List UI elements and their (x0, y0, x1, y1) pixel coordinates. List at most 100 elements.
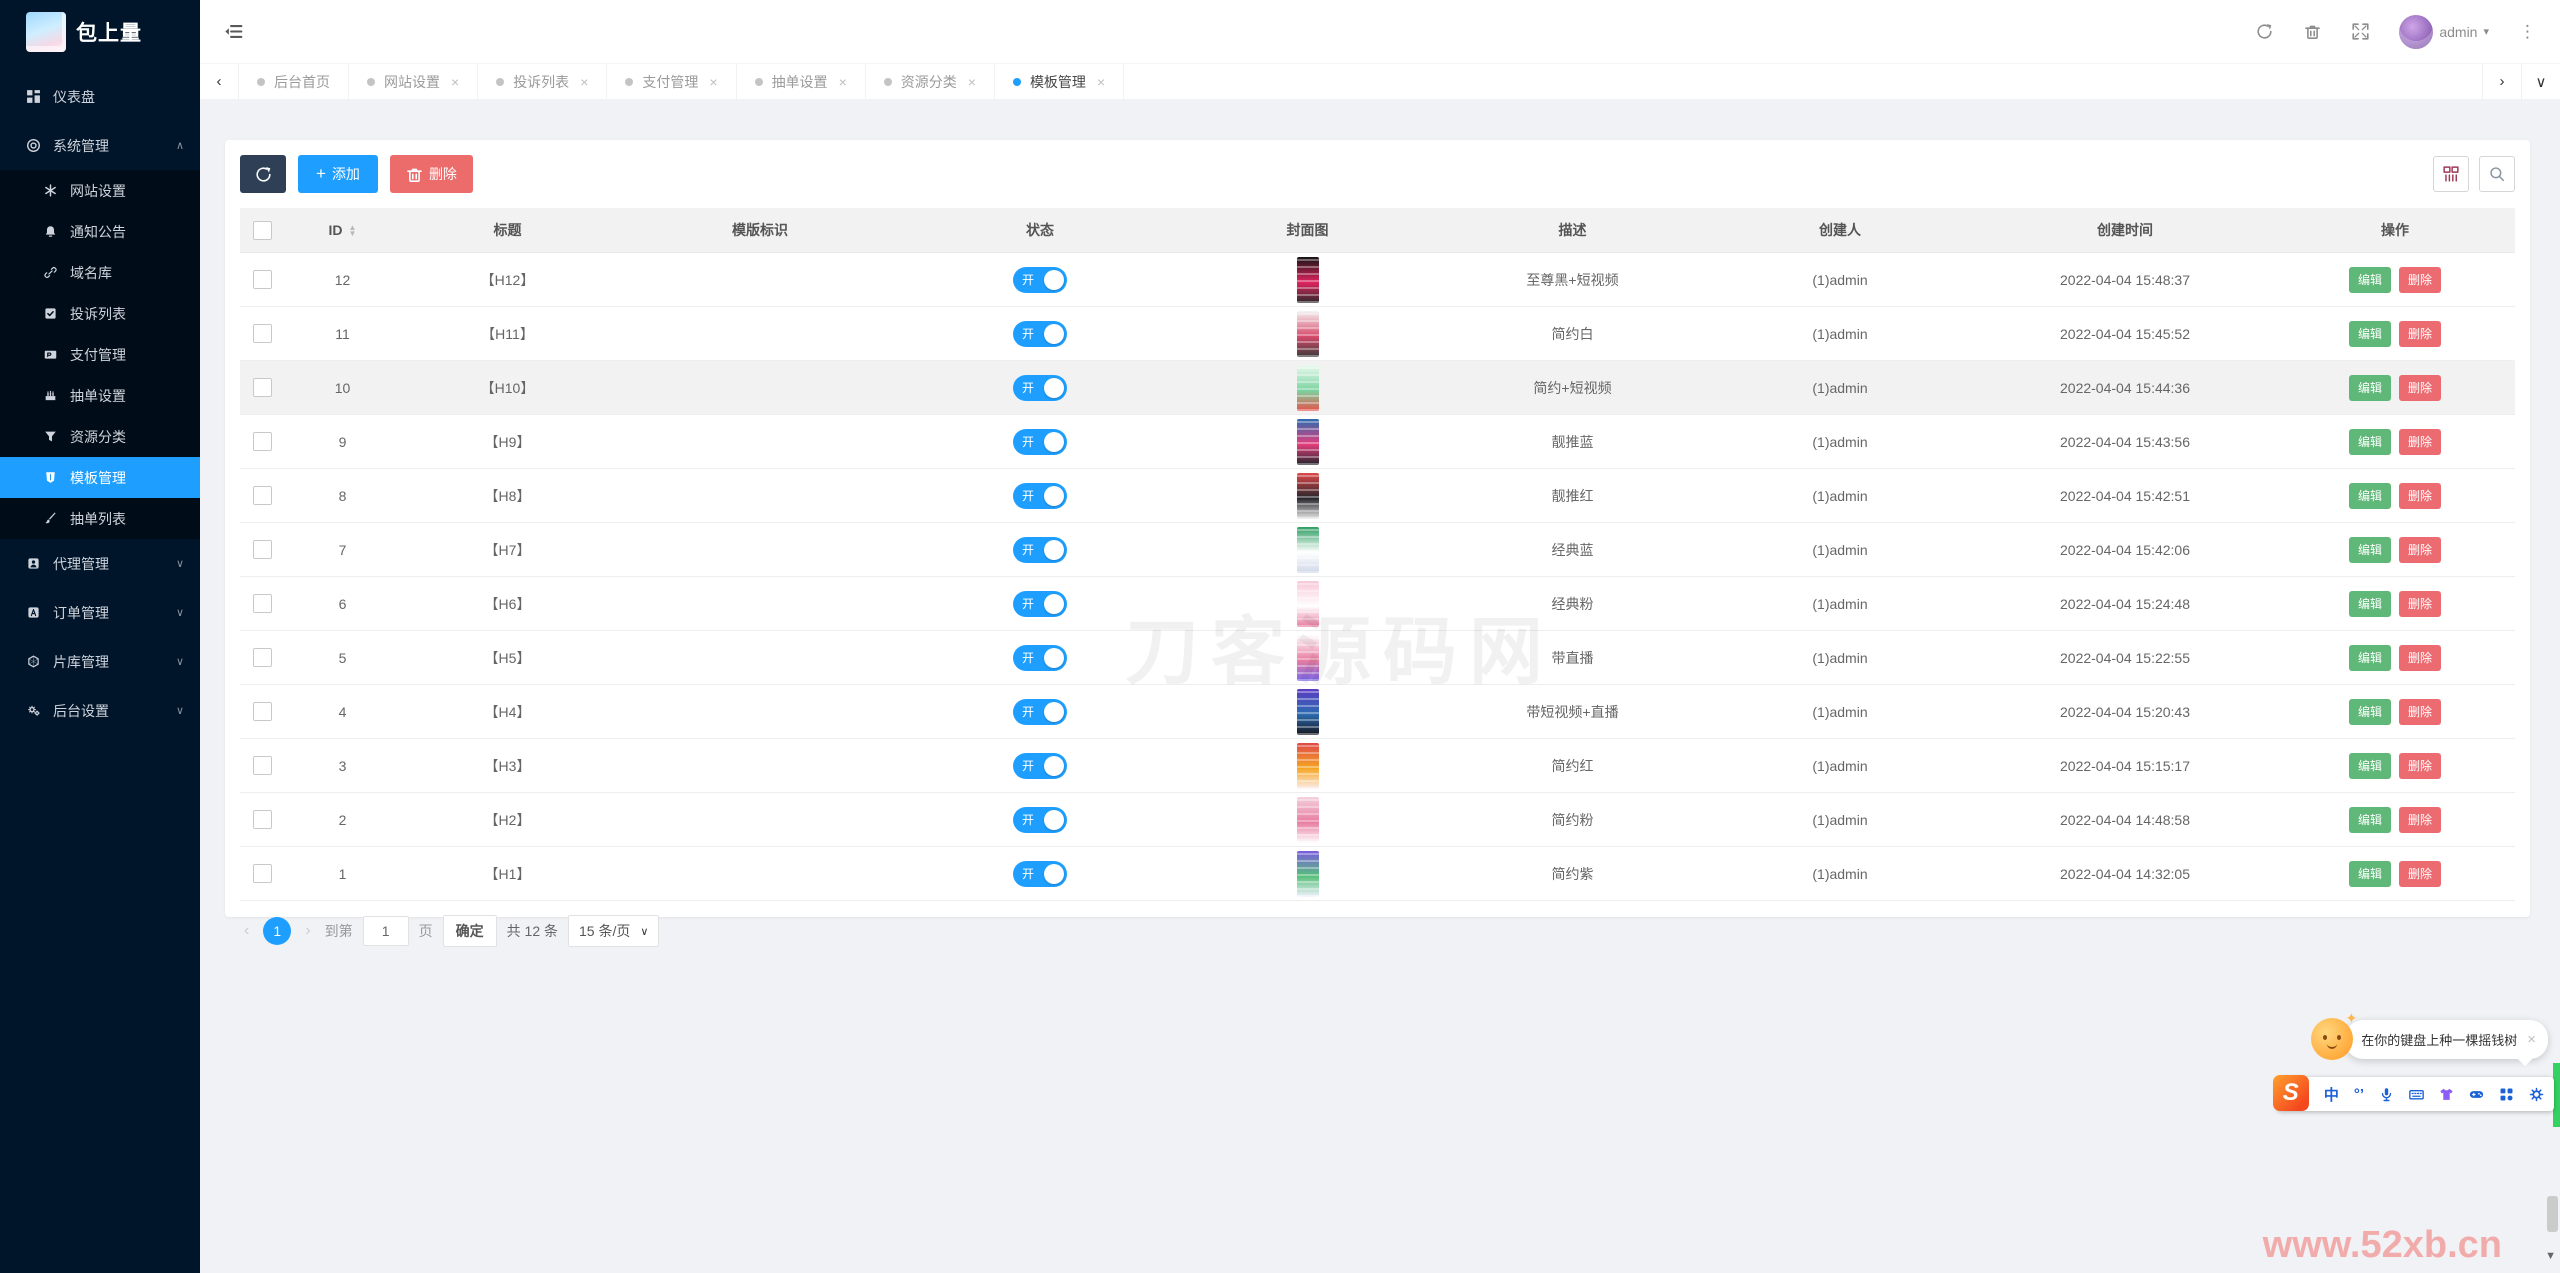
sidebar-item-payment-management[interactable]: 支付管理 (0, 334, 200, 375)
current-page-button[interactable]: 1 (263, 917, 292, 945)
status-toggle[interactable]: 开 (1013, 374, 1067, 401)
edit-button[interactable]: 编辑 (2348, 698, 2391, 725)
row-checkbox[interactable] (253, 702, 272, 721)
sidebar-item-film-library[interactable]: 片库管理 ∨ (0, 637, 200, 686)
tab-close-icon[interactable]: × (968, 74, 976, 90)
tab-close-icon[interactable]: × (709, 74, 717, 90)
delete-button[interactable]: 删除 (2399, 374, 2442, 401)
tab-complaint-list[interactable]: 投诉列表 × (478, 64, 608, 99)
edit-button[interactable]: 编辑 (2348, 752, 2391, 779)
status-toggle[interactable]: 开 (1013, 590, 1067, 617)
sidebar-item-agent-management[interactable]: 代理管理 ∨ (0, 539, 200, 588)
edit-button[interactable]: 编辑 (2348, 644, 2391, 671)
row-checkbox[interactable] (253, 432, 272, 451)
row-checkbox[interactable] (253, 540, 272, 559)
refresh-icon[interactable] (2255, 23, 2273, 41)
sidebar-item-draw-list[interactable]: 抽单列表 (0, 498, 200, 539)
batch-delete-button[interactable]: 删除 (389, 155, 473, 193)
status-toggle[interactable]: 开 (1013, 644, 1067, 671)
tab-home[interactable]: 后台首页 (239, 64, 349, 99)
delete-button[interactable]: 删除 (2399, 536, 2442, 563)
tab-close-icon[interactable]: × (1097, 74, 1105, 90)
sidebar-item-order-management[interactable]: 订单管理 ∨ (0, 588, 200, 637)
sidebar-item-system-management[interactable]: 系统管理 ∧ (0, 121, 200, 170)
tabs-scroll-right[interactable]: › (2482, 64, 2521, 99)
edit-button[interactable]: 编辑 (2348, 536, 2391, 563)
row-checkbox[interactable] (253, 324, 272, 343)
wheel-icon[interactable] (2529, 1087, 2544, 1102)
select-all-checkbox[interactable] (253, 220, 272, 240)
tab-close-icon[interactable]: × (839, 74, 847, 90)
delete-button[interactable]: 删除 (2399, 320, 2442, 347)
tab-template-management[interactable]: 模板管理 × (995, 64, 1125, 99)
confirm-page-button[interactable]: 确定 (442, 915, 497, 947)
skin-icon[interactable] (2439, 1087, 2454, 1102)
delete-button[interactable]: 删除 (2399, 644, 2442, 671)
edit-button[interactable]: 编辑 (2348, 320, 2391, 347)
delete-button[interactable]: 删除 (2399, 482, 2442, 509)
next-page-button[interactable]: › (301, 922, 314, 940)
delete-button[interactable]: 删除 (2399, 266, 2442, 293)
row-checkbox[interactable] (253, 864, 272, 883)
delete-button[interactable]: 删除 (2399, 752, 2442, 779)
row-checkbox[interactable] (253, 756, 272, 775)
delete-button[interactable]: 删除 (2399, 806, 2442, 833)
sogou-logo[interactable]: S (2272, 1075, 2309, 1111)
status-toggle[interactable]: 开 (1013, 752, 1067, 779)
columns-toggle-button[interactable] (2433, 156, 2469, 192)
row-checkbox[interactable] (253, 594, 272, 613)
edit-button[interactable]: 编辑 (2348, 806, 2391, 833)
chinese-mode-icon[interactable]: 中 (2324, 1084, 2339, 1105)
edit-button[interactable]: 编辑 (2348, 860, 2391, 887)
menu-fold-icon[interactable] (224, 22, 243, 41)
status-toggle[interactable]: 开 (1013, 860, 1067, 887)
scrollbar-thumb[interactable] (2547, 1196, 2558, 1232)
keyboard-icon[interactable] (2409, 1087, 2424, 1102)
user-menu[interactable]: admin ▾ (2399, 14, 2489, 49)
row-checkbox[interactable] (253, 378, 272, 397)
sidebar-item-dashboard[interactable]: 仪表盘 (0, 72, 200, 121)
edit-button[interactable]: 编辑 (2348, 590, 2391, 617)
scrollbar-down-arrow[interactable]: ▼ (2545, 1250, 2556, 1262)
sidebar-item-draw-settings[interactable]: 抽单设置 (0, 375, 200, 416)
per-page-select[interactable]: 15 条/页 ∨ (568, 915, 660, 947)
tabs-dropdown[interactable]: ∨ (2521, 64, 2560, 99)
punctuation-icon[interactable]: °’ (2354, 1086, 2364, 1103)
sidebar-item-website-settings[interactable]: 网站设置 (0, 170, 200, 211)
sidebar-item-notice[interactable]: 通知公告 (0, 211, 200, 252)
edit-button[interactable]: 编辑 (2348, 482, 2391, 509)
status-toggle[interactable]: 开 (1013, 482, 1067, 509)
status-toggle[interactable]: 开 (1013, 428, 1067, 455)
delete-button[interactable]: 删除 (2399, 860, 2442, 887)
tab-close-icon[interactable]: × (580, 74, 588, 90)
search-toggle-button[interactable] (2479, 156, 2515, 192)
tab-resource-category[interactable]: 资源分类 × (866, 64, 995, 99)
sidebar-item-complaint-list[interactable]: 投诉列表 (0, 293, 200, 334)
edit-button[interactable]: 编辑 (2348, 374, 2391, 401)
refresh-button[interactable] (240, 155, 286, 193)
status-toggle[interactable]: 开 (1013, 536, 1067, 563)
sidebar-item-backend-settings[interactable]: 后台设置 ∨ (0, 686, 200, 735)
tab-website-settings[interactable]: 网站设置 × (349, 64, 479, 99)
edit-button[interactable]: 编辑 (2348, 428, 2391, 455)
page-number-input[interactable] (362, 916, 409, 946)
row-checkbox[interactable] (253, 648, 272, 667)
apps-icon[interactable] (2499, 1087, 2514, 1102)
delete-button[interactable]: 删除 (2399, 428, 2442, 455)
row-checkbox[interactable] (253, 486, 272, 505)
delete-button[interactable]: 删除 (2399, 590, 2442, 617)
tab-draw-settings[interactable]: 抽单设置 × (737, 64, 866, 99)
edit-button[interactable]: 编辑 (2348, 266, 2391, 293)
status-toggle[interactable]: 开 (1013, 320, 1067, 347)
status-toggle[interactable]: 开 (1013, 698, 1067, 725)
status-toggle[interactable]: 开 (1013, 806, 1067, 833)
sort-icon[interactable]: ▲ ▼ (349, 224, 357, 238)
prev-page-button[interactable]: ‹ (240, 922, 253, 940)
row-checkbox[interactable] (253, 810, 272, 829)
tab-close-icon[interactable]: × (451, 74, 459, 90)
kebab-menu-icon[interactable]: ⋮ (2519, 22, 2536, 42)
delete-button[interactable]: 删除 (2399, 698, 2442, 725)
fullscreen-icon[interactable] (2351, 23, 2369, 41)
game-icon[interactable] (2469, 1087, 2484, 1102)
sidebar-item-resource-category[interactable]: 资源分类 (0, 416, 200, 457)
